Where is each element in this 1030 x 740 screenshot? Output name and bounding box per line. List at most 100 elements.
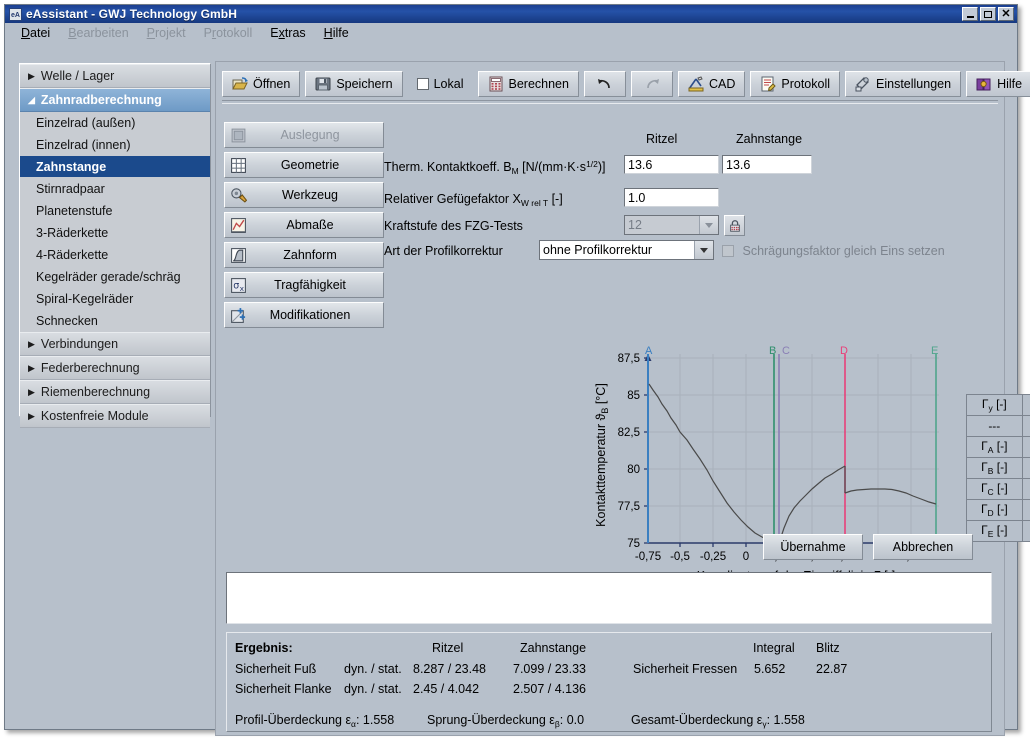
sidebar-item-riemenberechnung[interactable]: ▶ Riemenberechnung: [20, 380, 210, 404]
menu-protokoll[interactable]: Protokoll: [204, 26, 253, 40]
chevron-right-icon: ▶: [28, 340, 35, 349]
protokoll-button[interactable]: Protokoll: [750, 71, 840, 97]
open-button[interactable]: Öffnen: [222, 71, 300, 97]
cad-button[interactable]: CAD: [678, 71, 745, 97]
results-fressen-label: Sicherheit Fressen: [633, 662, 737, 676]
sidebar-item-label: Riemenberechnung: [41, 385, 150, 399]
calculator-icon: [488, 76, 504, 92]
geometrie-button[interactable]: Geometrie: [224, 152, 384, 178]
menu-projekt[interactable]: Projekt: [147, 26, 186, 40]
results-integral-value: 5.652: [754, 662, 785, 676]
sidebar-item-label: 3-Räderkette: [36, 226, 108, 240]
cell-value: 77.84: [1022, 521, 1030, 542]
sidebar-item-label: Einzelrad (innen): [36, 138, 131, 152]
cancel-button[interactable]: Abbrechen: [873, 534, 973, 560]
save-button-label: Speichern: [336, 77, 392, 91]
geometrie-label: Geometrie: [225, 158, 383, 172]
auslegung-button[interactable]: Auslegung: [224, 122, 384, 148]
minimize-button[interactable]: [962, 7, 978, 21]
therm-kontaktkoeff-pinion-input[interactable]: [624, 155, 719, 174]
results-row2-label: Sicherheit Flanke: [235, 682, 332, 696]
tragfaehigkeit-label: Tragfähigkeit: [225, 278, 383, 292]
svg-text:Kontakttemperatur ϑB [°C]: Kontakttemperatur ϑB [°C]: [594, 383, 610, 527]
document-icon: [760, 76, 776, 92]
sidebar-item-verbindungen[interactable]: ▶ Verbindungen: [20, 332, 210, 356]
redo-button[interactable]: [631, 71, 673, 97]
schraegungsfaktor-checkbox-row[interactable]: Schrägungsfaktor gleich Eins setzen: [722, 244, 945, 258]
help-book-icon: [976, 76, 992, 92]
chart-gridlines: [648, 354, 939, 543]
abmasse-button[interactable]: Abmaße: [224, 212, 384, 238]
svg-text:-0,75: -0,75: [635, 551, 661, 563]
sidebar-item-kegelraeder[interactable]: Kegelräder gerade/schräg: [20, 266, 210, 288]
therm-kontaktkoeff-label: Therm. Kontaktkoeff. BM [N/(mm·K·s1/2)]: [384, 159, 606, 176]
sidebar-item-zahnstange[interactable]: Zahnstange: [20, 156, 210, 178]
sidebar-item-einzelrad-innen[interactable]: Einzelrad (innen): [20, 134, 210, 156]
help-button[interactable]: Hilfe: [966, 71, 1030, 97]
message-pane[interactable]: [226, 572, 992, 624]
results-row2-mode: dyn. / stat.: [344, 682, 402, 696]
menu-hilfe[interactable]: Hilfe: [324, 26, 349, 40]
menu-datei[interactable]: DDateiatei: [21, 26, 50, 40]
accept-button[interactable]: Übernahme: [763, 534, 863, 560]
results-row2-rack: 2.507 / 4.136: [513, 682, 586, 696]
zahnform-button[interactable]: Zahnform: [224, 242, 384, 268]
sidebar-item-stirnradpaar[interactable]: Stirnradpaar: [20, 178, 210, 200]
sprung-ueberdeckung: Sprung-Überdeckung εβ: 0.0: [427, 713, 584, 729]
label-text: [-]: [548, 192, 563, 206]
gefuegefaktor-input[interactable]: [624, 188, 719, 207]
settings-button[interactable]: Einstellungen: [845, 71, 961, 97]
sidebar-item-label: 4-Räderkette: [36, 248, 108, 262]
schraegungsfaktor-label: Schrägungsfaktor gleich Eins setzen: [742, 244, 944, 258]
menu-bearbeiten[interactable]: Bearbeiten: [68, 26, 128, 40]
label-text: [N/(mm·K·s: [519, 160, 586, 174]
lokal-checkbox[interactable]: [417, 78, 429, 90]
sidebar-item-planetenstufe[interactable]: Planetenstufe: [20, 200, 210, 222]
sidebar-item-3-raederkette[interactable]: 3-Räderkette: [20, 222, 210, 244]
value-text: : 0.0: [560, 713, 584, 727]
undo-button[interactable]: [584, 71, 626, 97]
chart-axes: [644, 354, 949, 547]
kraftstufe-select[interactable]: 12: [624, 215, 719, 235]
tragfaehigkeit-button[interactable]: σ x Tragfähigkeit: [224, 272, 384, 298]
sidebar-item-schnecken[interactable]: Schnecken: [20, 310, 210, 332]
label-text: Therm. Kontaktkoeff. B: [384, 160, 512, 174]
chart-tick-labels: 87,5 85 82,5 80 77,5 75 -0,75 -0,5 -0,25…: [618, 353, 923, 563]
calculate-button-label: Berechnen: [509, 77, 569, 91]
close-button[interactable]: ✕: [998, 7, 1014, 21]
profil-ueberdeckung: Profil-Überdeckung εα: 1.558: [235, 713, 394, 729]
chevron-right-icon: ▶: [28, 364, 35, 373]
calculate-button[interactable]: Berechnen: [478, 71, 579, 97]
abmasse-label: Abmaße: [225, 218, 383, 232]
value-text: : 1.558: [767, 713, 805, 727]
svg-text:-0,25: -0,25: [700, 551, 726, 563]
floppy-disk-icon: [315, 76, 331, 92]
sidebar-item-kostenfreie-module[interactable]: ▶ Kostenfreie Module: [20, 404, 210, 428]
werkzeug-button[interactable]: Werkzeug: [224, 182, 384, 208]
results-col-ritzel: Ritzel: [432, 641, 463, 655]
sidebar-item-einzelrad-aussen[interactable]: Einzelrad (außen): [20, 112, 210, 134]
label-text: Relativer Gefügefaktor X: [384, 192, 521, 206]
menu-extras[interactable]: Extras: [270, 26, 305, 40]
window-controls: ✕: [962, 7, 1014, 21]
therm-kontaktkoeff-rack-input[interactable]: [722, 155, 812, 174]
schraegungsfaktor-checkbox[interactable]: [722, 245, 734, 257]
werkzeug-label: Werkzeug: [225, 188, 383, 202]
maximize-button[interactable]: [980, 7, 996, 21]
kraftstufe-lock-button[interactable]: [724, 215, 745, 236]
save-button[interactable]: Speichern: [305, 71, 402, 97]
sidebar-item-spiral-kegelraeder[interactable]: Spiral-Kegelräder: [20, 288, 210, 310]
sidebar-item-welle-lager[interactable]: ▶ Welle / Lager: [20, 64, 210, 88]
svg-text:E: E: [931, 345, 938, 357]
sidebar-item-federberechnung[interactable]: ▶ Federberechnung: [20, 356, 210, 380]
header-gamma: Γy [-]: [967, 395, 1023, 416]
lokal-checkbox-container[interactable]: Lokal: [408, 71, 473, 97]
sidebar-item-zahnradberechnung[interactable]: ◢ Zahnradberechnung: [20, 88, 210, 112]
cell-value: 75.7: [1022, 458, 1030, 479]
profilkorrektur-select[interactable]: ohne Profilkorrektur: [539, 240, 714, 260]
svg-text:82,5: 82,5: [618, 427, 640, 439]
zahnform-label: Zahnform: [225, 248, 383, 262]
modifikationen-button[interactable]: Modifikationen: [224, 302, 384, 328]
kraftstufe-label: Kraftstufe des FZG-Tests: [384, 219, 523, 233]
sidebar-item-4-raederkette[interactable]: 4-Räderkette: [20, 244, 210, 266]
